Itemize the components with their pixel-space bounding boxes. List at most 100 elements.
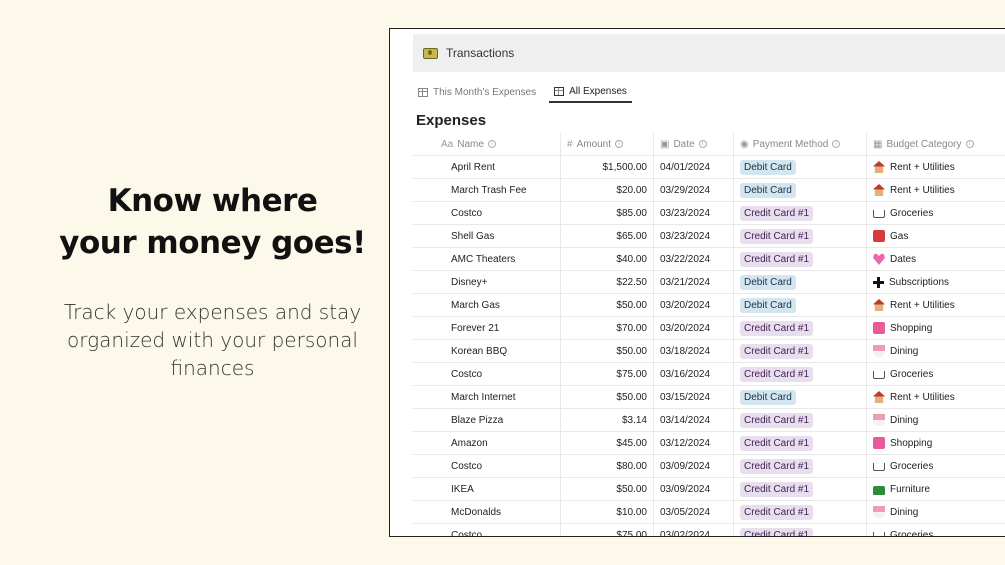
cell-name[interactable]: Disney+ [413, 271, 561, 293]
cell-payment-method[interactable]: Debit Card [734, 179, 867, 201]
cell-budget-category[interactable]: Rent + Utilities [867, 386, 1005, 408]
table-row[interactable]: Korean BBQ $50.00 03/18/2024 Credit Card #1… [413, 339, 1005, 362]
cell-budget-category[interactable]: Dates [867, 248, 1005, 270]
cell-payment-method[interactable]: Credit Card #1 [734, 478, 867, 500]
info-icon[interactable]: i [615, 140, 624, 148]
cell-payment-method[interactable]: Credit Card #1 [734, 225, 867, 247]
cell-date[interactable]: 03/23/2024 [654, 225, 734, 247]
column-header-name[interactable]: Aa Name i [413, 133, 561, 155]
cell-name[interactable]: Forever 21 [413, 317, 561, 339]
cell-date[interactable]: 03/20/2024 [654, 294, 734, 316]
cell-budget-category[interactable]: Rent + Utilities [867, 294, 1005, 316]
table-row[interactable]: IKEA $50.00 03/09/2024 Credit Card #1 Furnit… [413, 477, 1005, 500]
cell-payment-method[interactable]: Credit Card #1 [734, 317, 867, 339]
cell-name[interactable]: Costco [413, 202, 561, 224]
cell-amount[interactable]: $3.14 [561, 409, 654, 431]
cell-amount[interactable]: $70.00 [561, 317, 654, 339]
cell-payment-method[interactable]: Credit Card #1 [734, 432, 867, 454]
cell-payment-method[interactable]: Debit Card [734, 156, 867, 178]
cell-payment-method[interactable]: Credit Card #1 [734, 524, 867, 536]
cell-date[interactable]: 03/16/2024 [654, 363, 734, 385]
cell-date[interactable]: 03/29/2024 [654, 179, 734, 201]
cell-date[interactable]: 03/02/2024 [654, 524, 734, 536]
cell-budget-category[interactable]: Furniture [867, 478, 1005, 500]
cell-name[interactable]: Shell Gas [413, 225, 561, 247]
cell-amount[interactable]: $50.00 [561, 340, 654, 362]
cell-payment-method[interactable]: Credit Card #1 [734, 501, 867, 523]
cell-amount[interactable]: $80.00 [561, 455, 654, 477]
cell-date[interactable]: 03/09/2024 [654, 478, 734, 500]
cell-name[interactable]: IKEA [413, 478, 561, 500]
cell-budget-category[interactable]: Dining [867, 340, 1005, 362]
table-row[interactable]: April Rent $1,500.00 04/01/2024 Debit Card R… [413, 155, 1005, 178]
cell-amount[interactable]: $22.50 [561, 271, 654, 293]
table-row[interactable]: Amazon $45.00 03/12/2024 Credit Card #1 Shop… [413, 431, 1005, 454]
table-row[interactable]: Costco $75.00 03/02/2024 Credit Card #1 Groc… [413, 523, 1005, 536]
cell-date[interactable]: 03/22/2024 [654, 248, 734, 270]
table-row[interactable]: AMC Theaters $40.00 03/22/2024 Credit Card … [413, 247, 1005, 270]
table-row[interactable]: March Gas $50.00 03/20/2024 Debit Card Rent … [413, 293, 1005, 316]
table-row[interactable]: March Trash Fee $20.00 03/29/2024 Debit Car… [413, 178, 1005, 201]
tab-this-months-expenses[interactable]: This Month's Expenses [413, 81, 541, 103]
cell-payment-method[interactable]: Debit Card [734, 294, 867, 316]
table-row[interactable]: Shell Gas $65.00 03/23/2024 Credit Card #1 G… [413, 224, 1005, 247]
cell-budget-category[interactable]: Shopping [867, 317, 1005, 339]
cell-name[interactable]: March Gas [413, 294, 561, 316]
cell-name[interactable]: Costco [413, 363, 561, 385]
cell-name[interactable]: McDonalds [413, 501, 561, 523]
info-icon[interactable]: i [698, 140, 707, 148]
cell-amount[interactable]: $50.00 [561, 294, 654, 316]
cell-amount[interactable]: $10.00 [561, 501, 654, 523]
cell-date[interactable]: 03/20/2024 [654, 317, 734, 339]
cell-date[interactable]: 04/01/2024 [654, 156, 734, 178]
cell-date[interactable]: 03/18/2024 [654, 340, 734, 362]
cell-name[interactable]: Blaze Pizza [413, 409, 561, 431]
info-icon[interactable]: i [965, 140, 974, 148]
cell-budget-category[interactable]: Groceries [867, 524, 1005, 536]
cell-budget-category[interactable]: Dining [867, 409, 1005, 431]
cell-date[interactable]: 03/12/2024 [654, 432, 734, 454]
cell-amount[interactable]: $50.00 [561, 386, 654, 408]
table-row[interactable]: March Internet $50.00 03/15/2024 Debit Card… [413, 385, 1005, 408]
table-row[interactable]: Costco $80.00 03/09/2024 Credit Card #1 Groc… [413, 454, 1005, 477]
cell-name[interactable]: Costco [413, 524, 561, 536]
cell-amount[interactable]: $85.00 [561, 202, 654, 224]
cell-name[interactable]: AMC Theaters [413, 248, 561, 270]
table-row[interactable]: Forever 21 $70.00 03/20/2024 Credit Card #1… [413, 316, 1005, 339]
cell-amount[interactable]: $40.00 [561, 248, 654, 270]
cell-budget-category[interactable]: Groceries [867, 455, 1005, 477]
cell-amount[interactable]: $65.00 [561, 225, 654, 247]
cell-budget-category[interactable]: Subscriptions [867, 271, 1005, 293]
info-icon[interactable]: i [832, 140, 841, 148]
cell-amount[interactable]: $20.00 [561, 179, 654, 201]
cell-amount[interactable]: $50.00 [561, 478, 654, 500]
cell-budget-category[interactable]: Rent + Utilities [867, 156, 1005, 178]
page-title[interactable]: Transactions [446, 46, 514, 60]
cell-budget-category[interactable]: Groceries [867, 363, 1005, 385]
cell-budget-category[interactable]: Gas [867, 225, 1005, 247]
cell-amount[interactable]: $75.00 [561, 363, 654, 385]
cell-amount[interactable]: $45.00 [561, 432, 654, 454]
cell-payment-method[interactable]: Debit Card [734, 386, 867, 408]
cell-amount[interactable]: $75.00 [561, 524, 654, 536]
column-header-budget-category[interactable]: ▦ Budget Category i [867, 133, 1005, 155]
info-icon[interactable]: i [487, 140, 496, 148]
cell-payment-method[interactable]: Credit Card #1 [734, 455, 867, 477]
cell-payment-method[interactable]: Credit Card #1 [734, 248, 867, 270]
column-header-amount[interactable]: # Amount i [561, 133, 654, 155]
cell-payment-method[interactable]: Credit Card #1 [734, 363, 867, 385]
cell-amount[interactable]: $1,500.00 [561, 156, 654, 178]
cell-payment-method[interactable]: Credit Card #1 [734, 202, 867, 224]
cell-name[interactable]: March Internet [413, 386, 561, 408]
cell-payment-method[interactable]: Credit Card #1 [734, 409, 867, 431]
column-header-date[interactable]: ▣ Date i [654, 133, 734, 155]
cell-payment-method[interactable]: Credit Card #1 [734, 340, 867, 362]
tab-all-expenses[interactable]: All Expenses [549, 81, 632, 103]
cell-date[interactable]: 03/14/2024 [654, 409, 734, 431]
cell-date[interactable]: 03/09/2024 [654, 455, 734, 477]
cell-date[interactable]: 03/05/2024 [654, 501, 734, 523]
table-row[interactable]: Costco $85.00 03/23/2024 Credit Card #1 Groc… [413, 201, 1005, 224]
cell-payment-method[interactable]: Debit Card [734, 271, 867, 293]
cell-budget-category[interactable]: Shopping [867, 432, 1005, 454]
cell-name[interactable]: Korean BBQ [413, 340, 561, 362]
